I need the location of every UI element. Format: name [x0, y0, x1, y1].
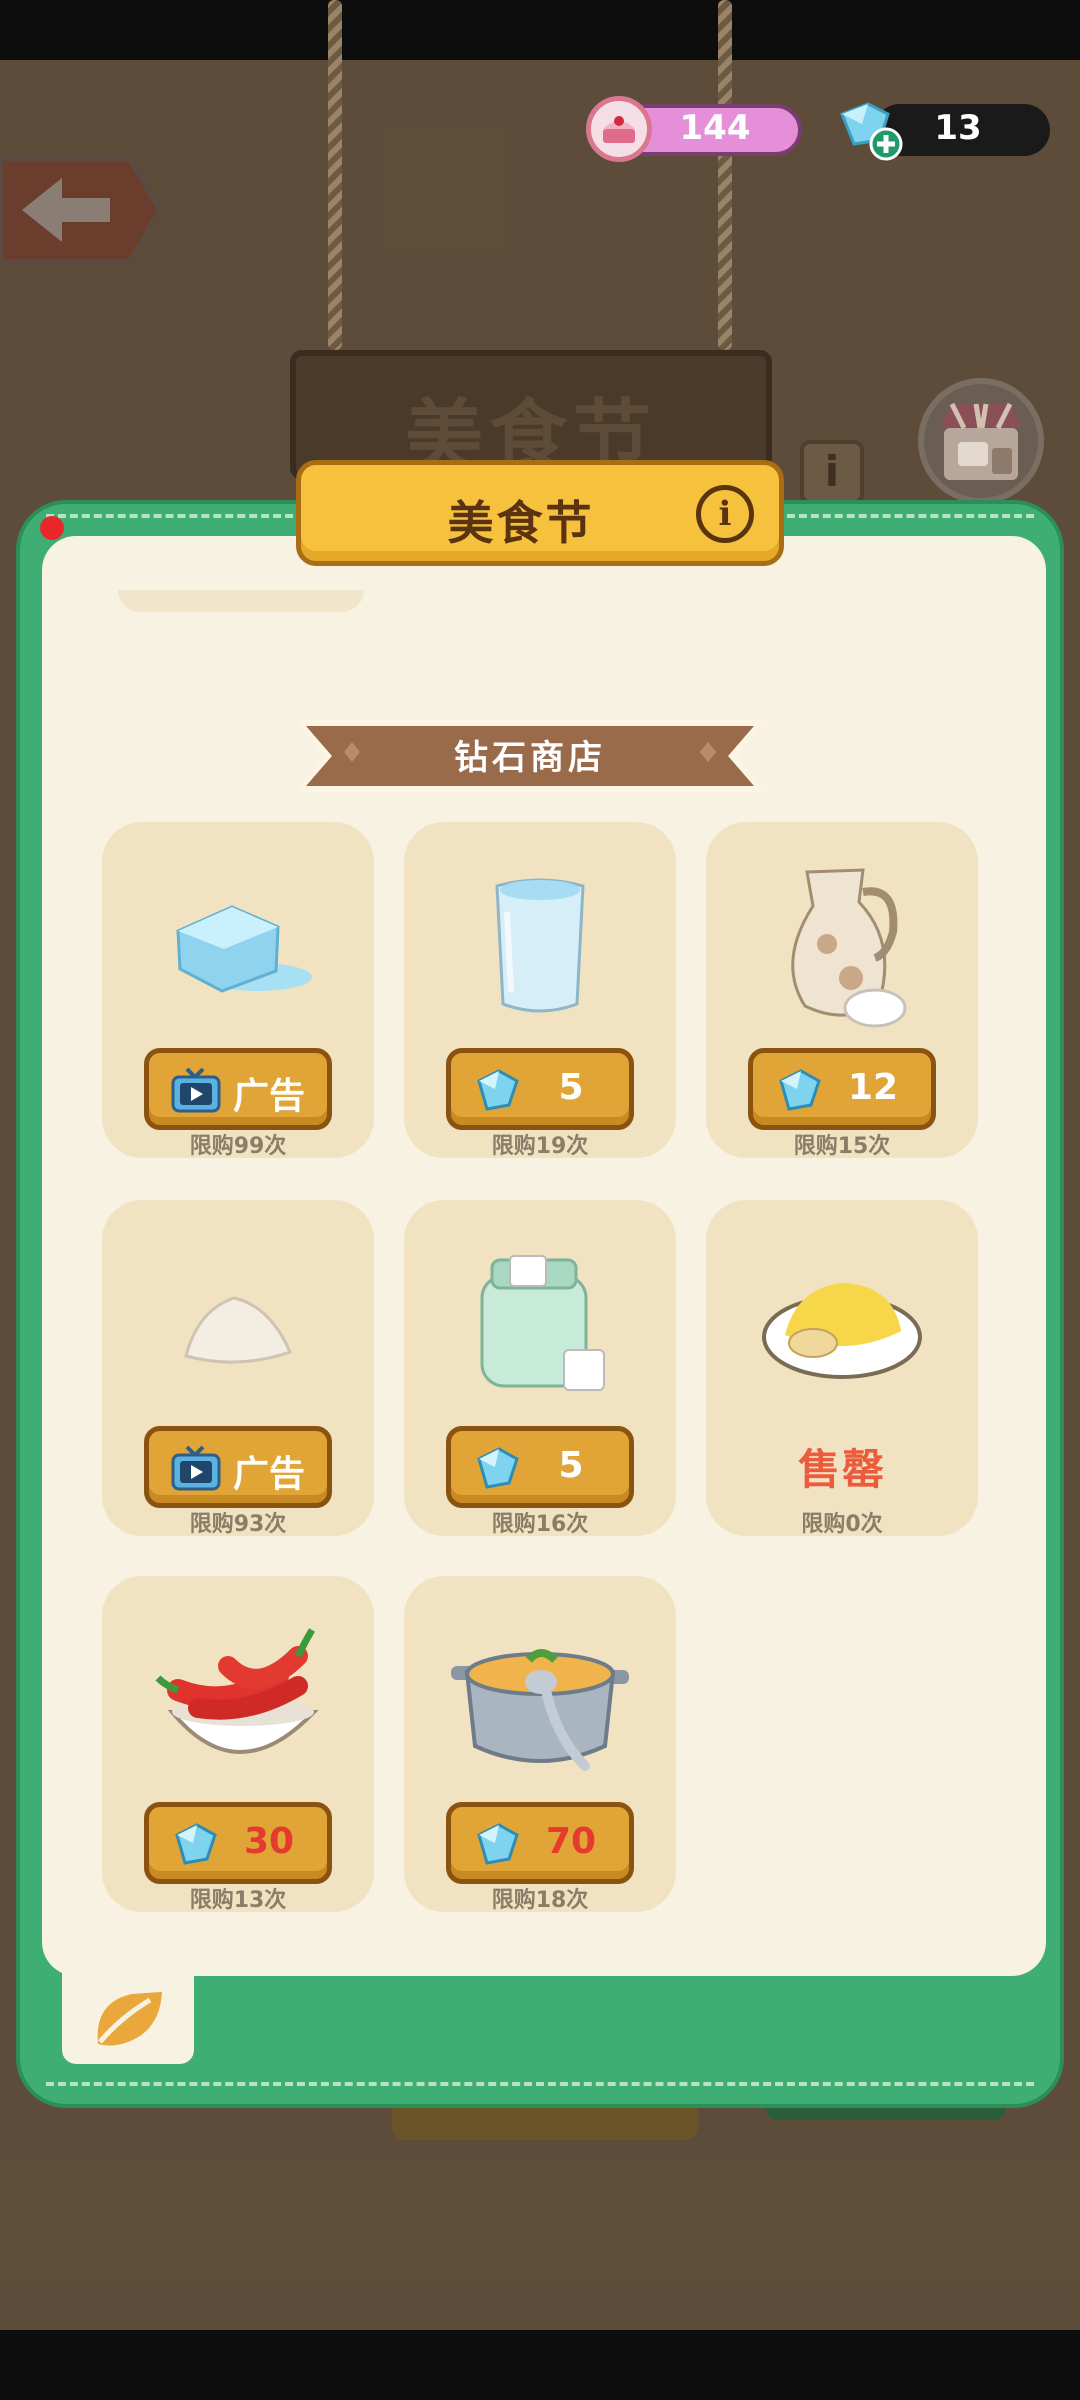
- shop-item-card[interactable]: 广告 限购93次: [102, 1200, 374, 1537]
- watch-ad-button[interactable]: 广告: [144, 1426, 332, 1508]
- scrambled-egg-plate-icon: [742, 1240, 942, 1410]
- cake-icon: [586, 96, 652, 162]
- section-title: 钻石商店: [454, 738, 606, 778]
- buy-button[interactable]: 30: [144, 1802, 332, 1884]
- buy-button[interactable]: 5: [446, 1426, 634, 1508]
- cake-count: 144: [679, 108, 751, 148]
- diamond-icon: [477, 1069, 519, 1111]
- notification-dot: [40, 516, 64, 540]
- shop-button[interactable]: [918, 378, 1044, 504]
- price-label: 广告: [232, 1076, 305, 1117]
- buy-button[interactable]: 70: [446, 1802, 634, 1884]
- gem-count: 13: [934, 108, 982, 148]
- watch-ad-button[interactable]: 广告: [144, 1048, 332, 1130]
- shop-item-card[interactable]: 5 限购16次: [404, 1200, 676, 1537]
- info-icon[interactable]: i: [696, 485, 754, 543]
- purchase-limit: 限购99次: [189, 1134, 287, 1159]
- shop-item-card[interactable]: 70 限购18次: [404, 1576, 676, 1913]
- tv-ad-icon: [171, 1067, 221, 1113]
- back-arrow-icon: [0, 155, 164, 265]
- back-button[interactable]: [0, 150, 165, 270]
- background-info-icon: i: [800, 440, 864, 504]
- ice-cube-icon: [138, 862, 338, 1032]
- purchase-limit: 限购93次: [189, 1512, 287, 1537]
- price-label: 5: [558, 1445, 584, 1486]
- diamond-icon: [175, 1823, 217, 1865]
- shop-item-card[interactable]: 广告 限购99次: [102, 822, 374, 1159]
- diamond-plus-icon[interactable]: [832, 100, 908, 164]
- shop-item-card[interactable]: 30 限购13次: [102, 1576, 374, 1913]
- price-label: 70: [545, 1821, 597, 1862]
- shop-icon: [940, 402, 1022, 480]
- purchase-limit: 限购19次: [491, 1134, 589, 1159]
- sold-out-label: 售罄: [797, 1445, 886, 1494]
- dialog-title-banner: 美食节 i: [296, 460, 784, 566]
- diamond-shop-section-header: 钻石商店: [296, 716, 764, 796]
- purchase-limit: 限购15次: [793, 1134, 891, 1159]
- diamond-icon: [477, 1447, 519, 1489]
- price-label: 30: [243, 1821, 295, 1862]
- tab-leaf[interactable]: [62, 1972, 194, 2064]
- flour-pile-icon: [138, 1240, 338, 1410]
- price-label: 广告: [232, 1454, 305, 1495]
- purchase-limit: 限购0次: [801, 1512, 883, 1537]
- price-label: 12: [847, 1067, 899, 1108]
- navigation-bar: [0, 2330, 1080, 2400]
- buy-button[interactable]: 12: [748, 1048, 936, 1130]
- diamond-icon: [477, 1823, 519, 1865]
- chili-bowl-icon: [138, 1616, 338, 1786]
- shop-item-card[interactable]: 售罄 限购0次: [706, 1200, 978, 1537]
- leaf-icon: [97, 1992, 162, 2046]
- shop-item-card[interactable]: 12 限购15次: [706, 822, 978, 1159]
- dialog-title: 美食节: [447, 496, 595, 550]
- sign-rope-left: [328, 0, 342, 350]
- sugar-jar-icon: [440, 1240, 640, 1410]
- soup-pot-icon: [440, 1616, 640, 1786]
- purchase-limit: 限购13次: [189, 1888, 287, 1913]
- water-glass-icon: [440, 862, 640, 1032]
- tv-ad-icon: [171, 1445, 221, 1491]
- shop-item-card[interactable]: 5 限购19次: [404, 822, 676, 1159]
- buy-button[interactable]: 5: [446, 1048, 634, 1130]
- purchase-limit: 限购18次: [491, 1888, 589, 1913]
- status-bar: [0, 0, 1080, 60]
- price-label: 5: [558, 1067, 584, 1108]
- purchase-limit: 限购16次: [491, 1512, 589, 1537]
- milk-jug-icon: [742, 862, 942, 1032]
- diamond-icon: [779, 1069, 821, 1111]
- previous-section-card-edge: [118, 590, 364, 612]
- sign-rope-right: [718, 0, 732, 350]
